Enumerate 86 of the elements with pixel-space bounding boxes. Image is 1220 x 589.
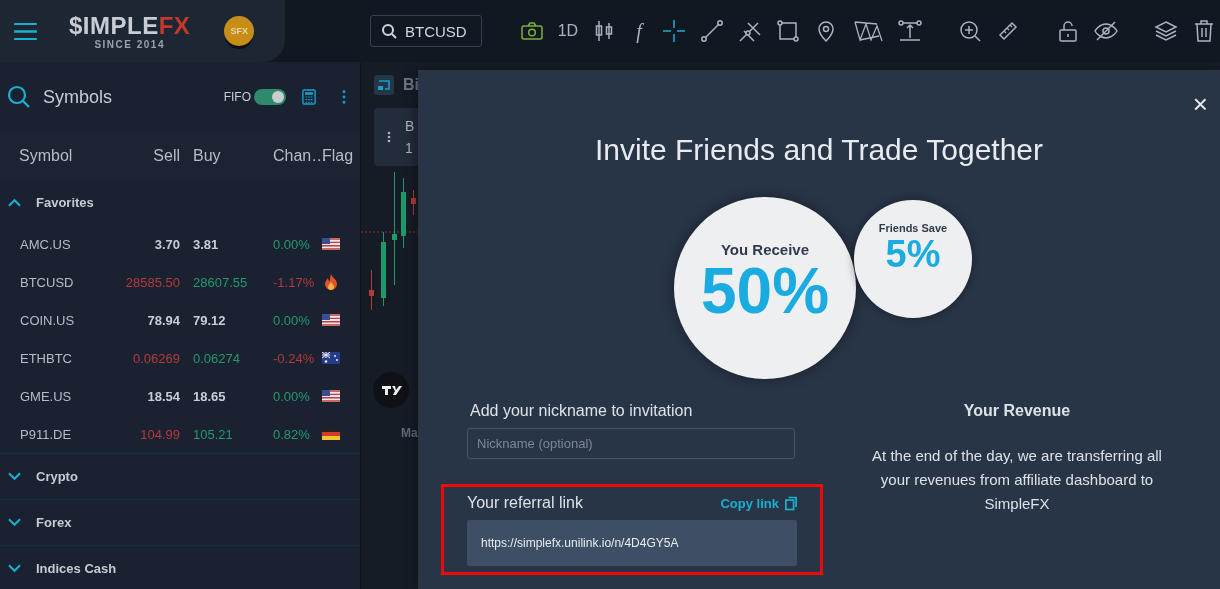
sell-price: 18.54 [146,388,180,404]
symbol-search-field[interactable]: BTCUSD [370,15,482,47]
timeframe-button[interactable]: 1D [557,22,579,40]
chart-tab-title[interactable]: Bi [403,76,419,94]
sell-price: 28585.50 [124,274,180,290]
change-value: -0.24% [272,350,316,366]
change-value: 0.00% [272,388,311,404]
symbol-name[interactable]: COIN.US [0,312,100,328]
save-label: Friends Save [878,222,948,234]
column-header[interactable]: Sell [100,147,180,165]
axis-label: Ma [401,426,419,440]
flag-icon [322,390,340,402]
change-value: -1.17% [272,274,316,290]
referral-link-field[interactable]: https://simplefx.unilink.io/n/4D4GY5A [467,520,797,566]
measure-icon[interactable] [898,19,923,43]
flag-icon [322,238,340,250]
card-text: B [405,118,415,134]
fifo-label: FIFO [223,90,251,104]
panel-title: Symbols [43,86,113,108]
fifo-toggle[interactable] [254,89,286,105]
search-icon[interactable] [7,85,31,109]
layers-icon[interactable] [1154,19,1179,43]
symbol-name[interactable]: ETHBTC [0,350,100,366]
rectangle-icon[interactable] [776,19,801,43]
flag-icon [322,428,340,440]
logo-wordmark: $IMPLEFX [69,12,191,39]
hide-icon[interactable] [1094,19,1119,43]
save-value: 5% [885,234,941,274]
symbol-name[interactable]: AMC.US [0,236,100,252]
buy-price: 18.65 [192,388,227,404]
copy-link[interactable]: Copy link [720,495,797,511]
dialog-title: Invite Friends and Trade Together [594,132,1044,168]
group-header[interactable]: Indices Cash [0,546,360,589]
menu-icon[interactable] [14,22,37,40]
chevron-icon [8,472,21,481]
card-text: 1 [405,140,414,156]
column-header[interactable]: Symbol [0,147,100,165]
flag-icon [322,314,340,326]
indicator-button[interactable]: f [630,19,649,43]
pattern-icon[interactable] [852,19,885,43]
receive-label: You Receive [720,240,810,258]
sell-price: 78.94 [146,312,180,328]
search-icon [381,23,397,39]
flag-icon [322,352,340,364]
buy-price: 0.06274 [192,350,241,366]
column-header[interactable]: Flag [322,147,360,165]
trend-line-icon[interactable] [700,19,725,43]
revenue-text: At the end of the day, we are transferring all your revenues from affiliate dashboard to SimpleFX [871,446,1163,514]
chevron-icon [8,198,21,207]
symbol-name[interactable]: GME.US [0,388,100,404]
referral-label: Your referral link [467,494,583,512]
sell-price: 3.70 [153,236,180,252]
crosshair-icon[interactable] [662,19,687,43]
buy-price: 3.81 [192,236,220,252]
column-header[interactable]: Buy [180,147,260,165]
sell-price: 104.99 [139,426,180,442]
fire-icon [324,274,338,290]
buy-price: 79.12 [192,312,227,328]
copy-icon [785,495,797,511]
calculator-icon[interactable] [302,89,316,105]
pitchfork-icon[interactable] [738,19,763,43]
more-icon[interactable] [342,90,346,104]
buy-price: 105.21 [192,426,234,442]
change-value: 0.00% [272,312,311,328]
nickname-label: Add your nickname to invitation [470,402,694,420]
change-value: 0.82% [272,426,311,442]
symbol-name[interactable]: P911.DE [0,426,100,442]
symbol-name[interactable]: BTCUSD [0,274,100,290]
chevron-icon [8,564,21,573]
sell-price: 0.06269 [132,350,180,366]
logo-tagline: SINCE 2014 [94,38,165,50]
chart-logo-icon [373,372,409,408]
zoom-in-icon[interactable] [958,19,983,43]
revenue-title: Your Revenue [963,402,1071,420]
camera-icon[interactable] [519,19,544,43]
receive-value: 50% [700,257,830,324]
group-header[interactable]: Forex [0,500,360,545]
buy-price: 28607.55 [192,274,249,290]
more-icon[interactable] [387,131,391,143]
nickname-field[interactable]: Nickname (optional) [467,428,795,459]
chevron-icon [8,518,21,527]
close-button[interactable]: × [1190,92,1210,116]
group-header[interactable]: Favorites [0,180,360,225]
change-value: 0.00% [272,236,311,252]
chart-tab-icon[interactable] [374,75,394,95]
group-header[interactable]: Crypto [0,454,360,499]
